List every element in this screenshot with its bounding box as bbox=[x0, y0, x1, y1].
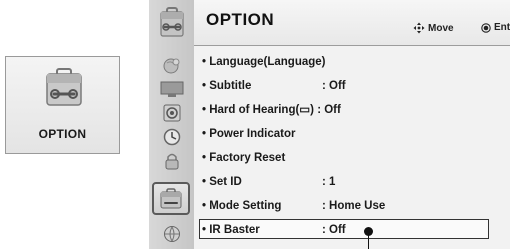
menu-item-label: • Mode Setting bbox=[202, 200, 282, 212]
menu-item-label: • Set ID bbox=[202, 176, 242, 188]
menu-header: OPTION Move Enter bbox=[194, 0, 510, 46]
menu-item-language[interactable]: • Language(Language) bbox=[194, 52, 510, 72]
menu-item-hard-of-hearing[interactable]: • Hard of Hearing(▭) : Off bbox=[194, 100, 510, 120]
menu-item-label: • Hard of Hearing(▭) : Off bbox=[202, 104, 341, 116]
menu-item-value: : 1 bbox=[322, 176, 336, 188]
picture-icon[interactable] bbox=[158, 56, 186, 75]
menu-item-value: : Off bbox=[322, 224, 346, 236]
move-hint-label: Move bbox=[428, 22, 454, 34]
menu-item-mode-setting[interactable]: • Mode Setting : Home Use bbox=[194, 196, 510, 216]
option-icon[interactable] bbox=[152, 182, 190, 215]
callout-line bbox=[368, 232, 369, 249]
navigate-arrows-icon bbox=[413, 22, 425, 34]
menu-item-power-indicator[interactable]: • Power Indicator bbox=[194, 124, 510, 144]
menu-item-factory-reset[interactable]: • Factory Reset bbox=[194, 148, 510, 168]
screen-icon[interactable] bbox=[158, 79, 186, 98]
menu-title: OPTION bbox=[206, 10, 275, 29]
category-icon-column bbox=[149, 0, 194, 249]
tile-label: OPTION bbox=[38, 127, 87, 141]
menu-item-label: • Subtitle bbox=[202, 80, 252, 92]
audio-icon[interactable] bbox=[158, 103, 186, 122]
enter-hint: Enter bbox=[481, 22, 510, 33]
lock-icon[interactable] bbox=[158, 151, 186, 170]
option-tile[interactable]: OPTION bbox=[5, 56, 120, 154]
menu-item-value: : Home Use bbox=[322, 200, 386, 212]
menu-item-subtitle[interactable]: • Subtitle : Off bbox=[194, 76, 510, 96]
enter-hint-label: Enter bbox=[494, 22, 510, 33]
network-icon[interactable] bbox=[158, 224, 186, 243]
clock-icon[interactable] bbox=[158, 127, 186, 146]
option-toolbox-icon bbox=[46, 68, 82, 106]
menu-item-label: • Power Indicator bbox=[202, 128, 296, 140]
menu-item-value: : Off bbox=[322, 80, 346, 92]
option-menu: OPTION Move Enter • Language(Language) •… bbox=[149, 0, 510, 249]
menu-item-set-id[interactable]: • Set ID : 1 bbox=[194, 172, 510, 192]
enter-button-icon bbox=[481, 22, 491, 33]
option-header-icon bbox=[160, 7, 184, 37]
move-hint: Move bbox=[413, 22, 454, 34]
menu-item-label: • Language(Language) bbox=[202, 56, 326, 68]
menu-item-ir-baster[interactable]: • IR Baster : Off bbox=[194, 219, 510, 240]
menu-item-label: • IR Baster bbox=[202, 224, 260, 236]
menu-item-label: • Factory Reset bbox=[202, 152, 286, 164]
